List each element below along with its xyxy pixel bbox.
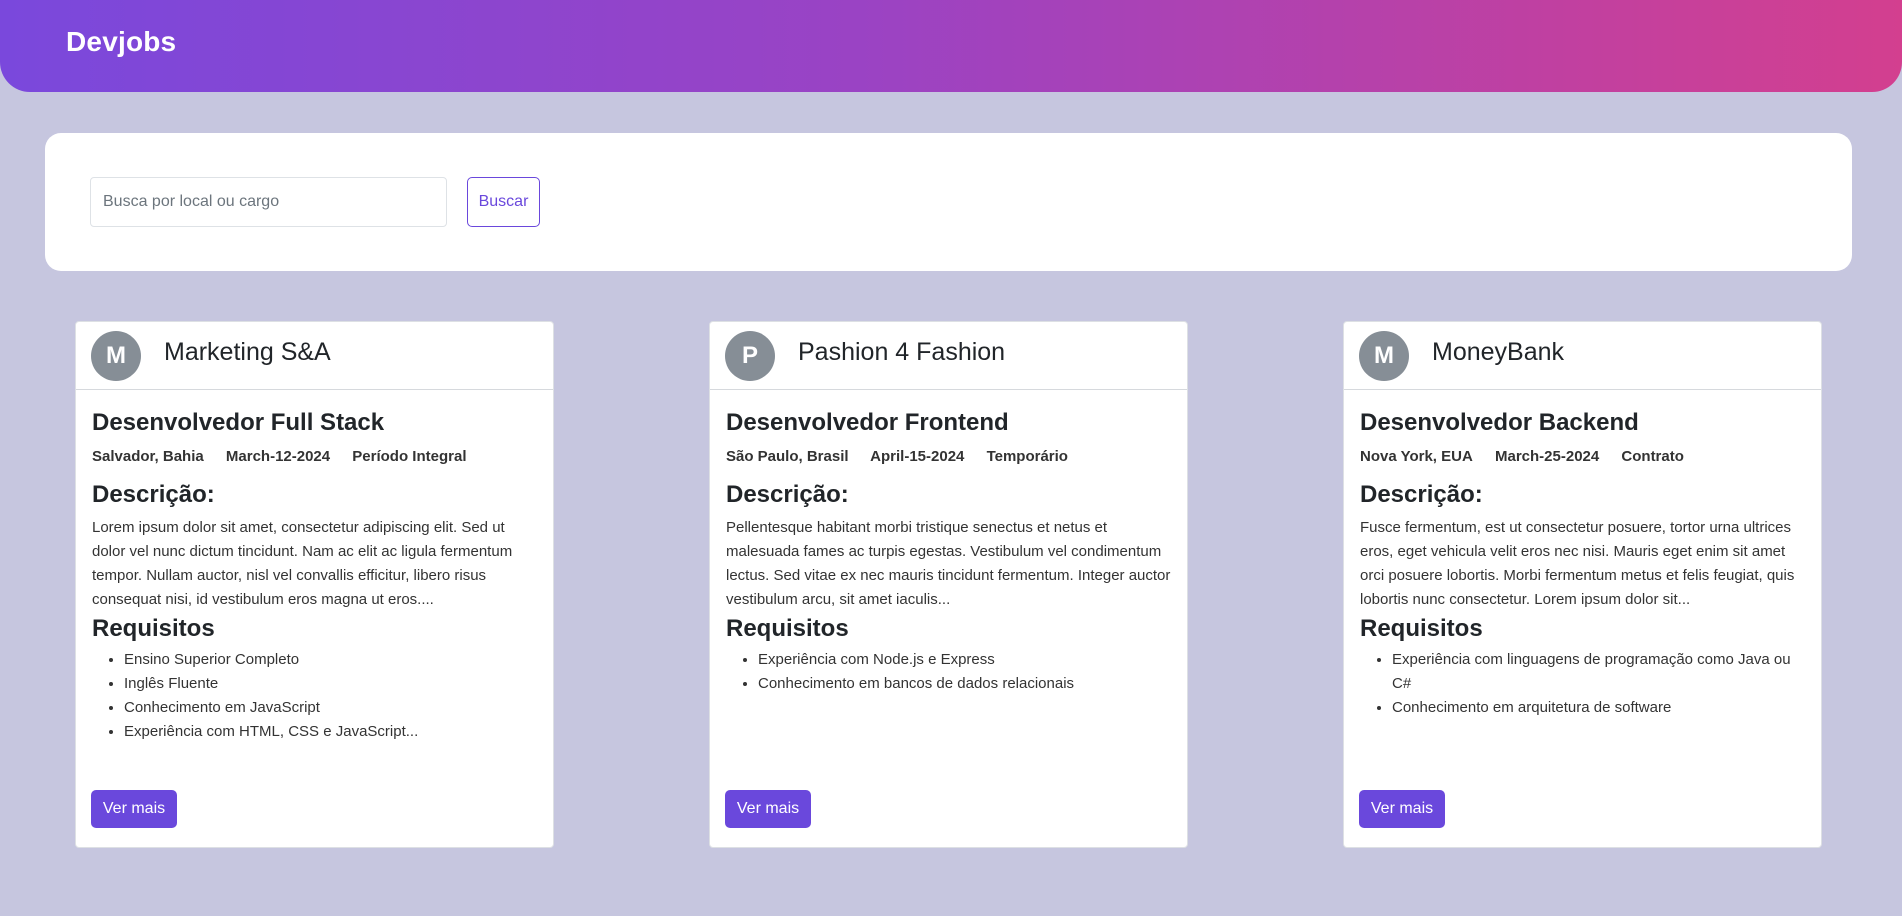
search-input[interactable] — [90, 177, 447, 227]
top-header: Devjobs — [0, 0, 1902, 92]
job-description: Pellentesque habitant morbi tristique se… — [726, 519, 1171, 608]
requirement-item: Inglês Fluente — [124, 672, 537, 696]
job-card: M Marketing S&A Desenvolvedor Full Stack… — [75, 321, 554, 848]
requirement-item: Experiência com HTML, CSS e JavaScript..… — [124, 720, 537, 744]
requirements-list: Experiência com Node.js e Express Conhec… — [726, 648, 1171, 696]
job-type: Temporário — [986, 448, 1068, 465]
company-name: Pashion 4 Fashion — [798, 338, 1006, 366]
requirement-item: Ensino Superior Completo — [124, 648, 537, 672]
card-header: P Pashion 4 Fashion — [710, 322, 1187, 390]
ver-mais-button[interactable]: Ver mais — [1359, 790, 1445, 828]
requirement-item: Conhecimento em bancos de dados relacion… — [758, 672, 1171, 696]
job-card: P Pashion 4 Fashion Desenvolvedor Fronte… — [709, 321, 1188, 848]
requirement-item: Conhecimento em arquitetura de software — [1392, 696, 1805, 720]
company-avatar: P — [725, 331, 775, 381]
card-body: Desenvolvedor Full Stack Salvador, Bahia… — [92, 408, 537, 744]
requirements-list: Experiência com linguagens de programaçã… — [1360, 648, 1805, 720]
card-body: Desenvolvedor Backend Nova York, EUA Mar… — [1360, 408, 1805, 720]
job-date: March-25-2024 — [1495, 448, 1600, 465]
requirements-heading: Requisitos — [92, 615, 215, 642]
company-avatar: M — [1359, 331, 1409, 381]
description-heading: Descrição: — [92, 481, 215, 508]
job-title: Desenvolvedor Full Stack — [92, 409, 385, 436]
job-date: April-15-2024 — [870, 448, 965, 465]
card-header: M Marketing S&A — [76, 322, 553, 390]
job-meta: Nova York, EUA March-25-2024 Contrato — [1360, 446, 1805, 468]
job-type: Contrato — [1621, 448, 1684, 465]
requirements-heading: Requisitos — [1360, 615, 1483, 642]
company-avatar: M — [91, 331, 141, 381]
company-name: Marketing S&A — [164, 338, 331, 366]
job-location: Nova York, EUA — [1360, 448, 1473, 465]
requirement-item: Conhecimento em JavaScript — [124, 696, 537, 720]
job-meta: São Paulo, Brasil April-15-2024 Temporár… — [726, 446, 1171, 468]
job-title: Desenvolvedor Frontend — [726, 409, 1009, 436]
job-type: Período Integral — [352, 448, 467, 465]
description-heading: Descrição: — [1360, 481, 1483, 508]
brand-logo[interactable]: Devjobs — [66, 26, 176, 58]
description-heading: Descrição: — [726, 481, 849, 508]
requirements-heading: Requisitos — [726, 615, 849, 642]
job-location: São Paulo, Brasil — [726, 448, 849, 465]
ver-mais-button[interactable]: Ver mais — [91, 790, 177, 828]
job-card: M MoneyBank Desenvolvedor Backend Nova Y… — [1343, 321, 1822, 848]
requirements-list: Ensino Superior Completo Inglês Fluente … — [92, 648, 537, 744]
job-description: Fusce fermentum, est ut consectetur posu… — [1360, 519, 1795, 608]
job-date: March-12-2024 — [225, 448, 331, 465]
job-location: Salvador, Bahia — [92, 448, 204, 465]
ver-mais-button[interactable]: Ver mais — [725, 790, 811, 828]
job-description: Lorem ipsum dolor sit amet, consectetur … — [92, 519, 513, 608]
card-header: M MoneyBank — [1344, 322, 1821, 390]
job-meta: Salvador, Bahia March-12-2024 Período In… — [92, 446, 537, 468]
requirement-item: Experiência com Node.js e Express — [758, 648, 1171, 672]
search-button[interactable]: Buscar — [467, 177, 540, 227]
search-panel: Buscar — [45, 133, 1852, 271]
company-name: MoneyBank — [1432, 338, 1565, 366]
requirement-item: Experiência com linguagens de programaçã… — [1392, 648, 1805, 696]
card-body: Desenvolvedor Frontend São Paulo, Brasil… — [726, 408, 1171, 696]
job-title: Desenvolvedor Backend — [1360, 409, 1639, 436]
